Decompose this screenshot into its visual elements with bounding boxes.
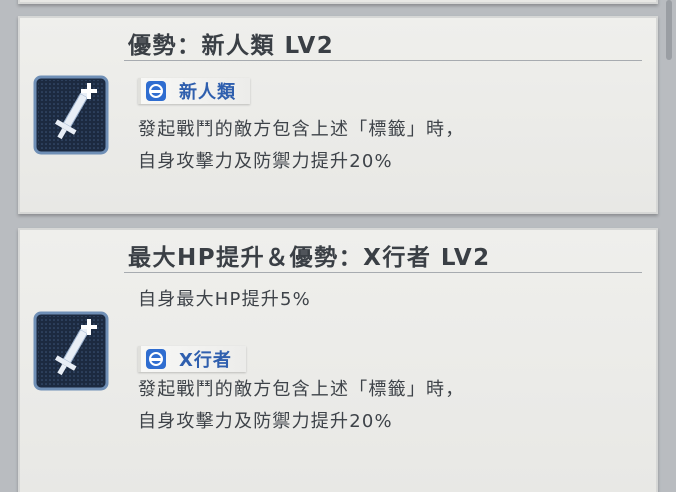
tag-label: X行者 (179, 350, 232, 371)
tag-badge: 新人類 (138, 78, 250, 104)
tag-helmet-icon (146, 349, 166, 369)
sword-plus-icon (33, 75, 109, 155)
description-line: 發起戰鬥的敵方包含上述「標籤」時， (138, 379, 465, 400)
skill-description: 發起戰鬥的敵方包含上述「標籤」時， 自身攻擊力及防禦力提升20% (138, 374, 464, 438)
tag-badge: X行者 (138, 346, 246, 372)
description-line: 自身攻擊力及防禦力提升20% (138, 151, 393, 172)
skill-card-partial (18, 0, 658, 4)
title-divider (124, 272, 642, 273)
scrollbar[interactable] (664, 0, 672, 492)
scrollbar-thumb[interactable] (666, 0, 672, 60)
description-line: 自身攻擊力及防禦力提升20% (138, 411, 393, 432)
skill-card[interactable]: 優勢：新人類 LV2 新人類 發起戰鬥的敵方包含上述「標籤」時， 自身攻擊力及防… (18, 16, 658, 214)
skill-list-panel: 優勢：新人類 LV2 新人類 發起戰鬥的敵方包含上述「標籤」時， 自身攻擊力及防… (0, 0, 676, 492)
title-divider (124, 60, 642, 61)
tag-label: 新人類 (179, 82, 236, 103)
tag-helmet-icon (146, 81, 166, 101)
skill-title: 優勢：新人類 LV2 (128, 33, 335, 59)
sword-plus-icon (33, 311, 109, 391)
skill-pre-description: 自身最大HP提升5% (138, 289, 311, 310)
skill-title: 最大HP提升＆優勢：X行者 LV2 (128, 245, 491, 271)
description-line: 發起戰鬥的敵方包含上述「標籤」時， (138, 119, 465, 140)
skill-description: 發起戰鬥的敵方包含上述「標籤」時， 自身攻擊力及防禦力提升20% (138, 114, 464, 178)
skill-card[interactable]: 最大HP提升＆優勢：X行者 LV2 自身最大HP提升5% X行者 發起戰鬥的敵方… (18, 228, 658, 492)
